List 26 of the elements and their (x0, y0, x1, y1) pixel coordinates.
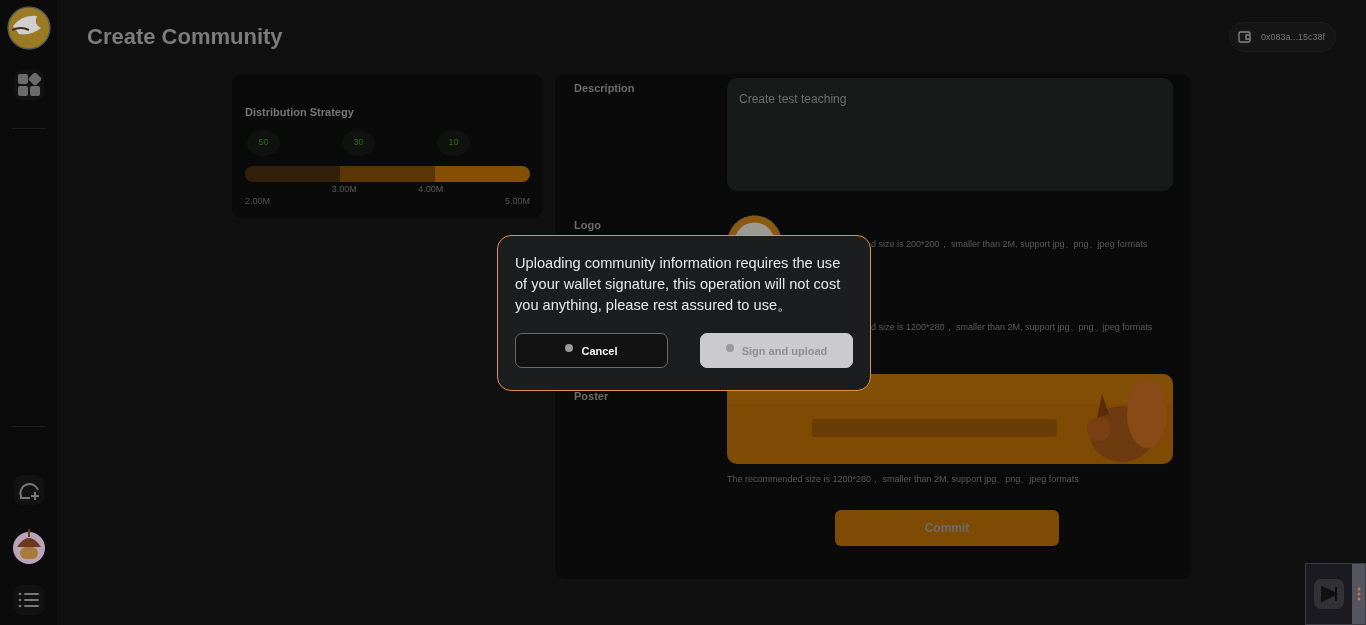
description-field[interactable]: Create test teaching (727, 78, 1173, 191)
value-bubble: 30 (342, 130, 375, 156)
page-title: Create Community (87, 24, 283, 50)
floating-widget[interactable] (1305, 563, 1366, 625)
distribution-bar[interactable] (245, 166, 530, 182)
field-label: Poster (574, 390, 609, 402)
add-chat-icon[interactable] (13, 475, 44, 505)
more-icon[interactable] (1356, 587, 1361, 601)
menu-icon[interactable] (13, 585, 44, 615)
value-bubble: 10 (437, 130, 470, 156)
upload-hint: d size is 200*200， smaller than 2M, support jpg、png、jpeg formats (871, 238, 1148, 251)
upload-hint: The recommended size is 1200*280， smaller than 2M, support jpg、png、jpeg formats (727, 473, 1079, 486)
value-bubble: 50 (247, 130, 280, 156)
apps-icon[interactable] (13, 70, 44, 100)
sign-upload-button[interactable]: Sign and upload (700, 333, 853, 368)
dialog-message: Uploading community information requires the use of your wallet signature, this operation will not cost you anything, please rest assured to use。 (515, 254, 842, 315)
scale-label: 3.00M (331, 184, 357, 196)
wallet-address-button[interactable]: 0x083a...15c38f (1228, 22, 1336, 52)
section-title: Distribution Strategy (245, 106, 355, 118)
upload-hint: d size is 1200*280， smaller than 2M, support jpg、png、jpeg formats (871, 321, 1153, 334)
cancel-button[interactable]: Cancel (515, 333, 668, 368)
scale-label: 2.00M (245, 196, 270, 206)
field-label: Logo (574, 219, 601, 231)
scale-label: 5.00M (504, 196, 530, 206)
scale-label: 4.00M (418, 184, 444, 196)
field-label: Description (574, 81, 636, 96)
